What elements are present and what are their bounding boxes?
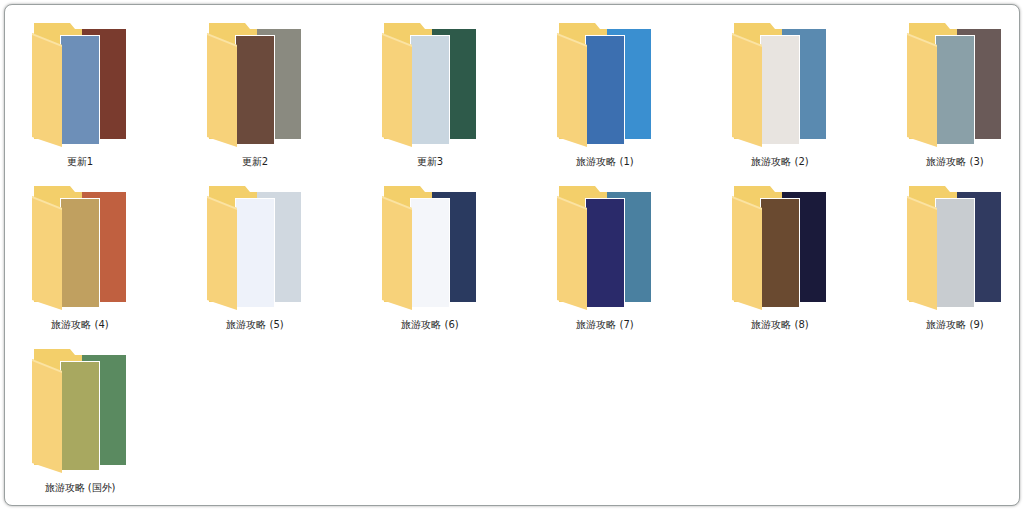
folder-item[interactable]: 更新2 bbox=[180, 17, 330, 170]
folder-label: 更新2 bbox=[242, 155, 268, 168]
folder-icon bbox=[730, 182, 830, 312]
folder-icon bbox=[905, 19, 1005, 149]
folder-label: 旅游攻略 (2) bbox=[751, 155, 808, 168]
explorer-window: 更新1 更新2 更新3 旅游攻略 (1) 旅游攻略 (2) 旅游攻略 (3) 旅游攻略 (4… bbox=[4, 4, 1020, 506]
folder-icon bbox=[905, 182, 1005, 312]
folder-label: 更新1 bbox=[67, 155, 93, 168]
folder-item[interactable]: 旅游攻略 (8) bbox=[705, 180, 855, 333]
folder-icon bbox=[30, 182, 130, 312]
folder-icon bbox=[205, 19, 305, 149]
folder-label: 旅游攻略 (3) bbox=[926, 155, 983, 168]
folder-label: 旅游攻略 (6) bbox=[401, 318, 458, 331]
folder-label: 旅游攻略 (4) bbox=[51, 318, 108, 331]
folder-label: 旅游攻略 (9) bbox=[926, 318, 983, 331]
folder-icon bbox=[555, 19, 655, 149]
folder-icon bbox=[30, 345, 130, 475]
folder-item[interactable]: 旅游攻略 (5) bbox=[180, 180, 330, 333]
folder-item[interactable]: 旅游攻略 (4) bbox=[5, 180, 155, 333]
folder-item[interactable]: 旅游攻略 (3) bbox=[880, 17, 1020, 170]
folder-item[interactable]: 旅游攻略 (2) bbox=[705, 17, 855, 170]
folder-item[interactable]: 旅游攻略 (6) bbox=[355, 180, 505, 333]
folder-label: 旅游攻略 (1) bbox=[576, 155, 633, 168]
folder-label: 旅游攻略 (8) bbox=[751, 318, 808, 331]
folder-item[interactable]: 更新1 bbox=[5, 17, 155, 170]
folder-icon bbox=[380, 19, 480, 149]
folder-item[interactable]: 旅游攻略 (1) bbox=[530, 17, 680, 170]
folder-item[interactable]: 旅游攻略 (7) bbox=[530, 180, 680, 333]
folder-item[interactable]: 旅游攻略 (9) bbox=[880, 180, 1020, 333]
folder-label: 旅游攻略 (5) bbox=[226, 318, 283, 331]
folder-label: 旅游攻略 (国外) bbox=[45, 481, 116, 494]
folder-label: 更新3 bbox=[417, 155, 443, 168]
folder-icon bbox=[555, 182, 655, 312]
folder-icon bbox=[380, 182, 480, 312]
folder-item[interactable]: 旅游攻略 (国外) bbox=[5, 343, 155, 496]
folder-icon bbox=[730, 19, 830, 149]
folder-label: 旅游攻略 (7) bbox=[576, 318, 633, 331]
folder-grid: 更新1 更新2 更新3 旅游攻略 (1) 旅游攻略 (2) 旅游攻略 (3) 旅游攻略 (4… bbox=[5, 17, 1019, 496]
folder-item[interactable]: 更新3 bbox=[355, 17, 505, 170]
folder-icon bbox=[30, 19, 130, 149]
folder-icon bbox=[205, 182, 305, 312]
